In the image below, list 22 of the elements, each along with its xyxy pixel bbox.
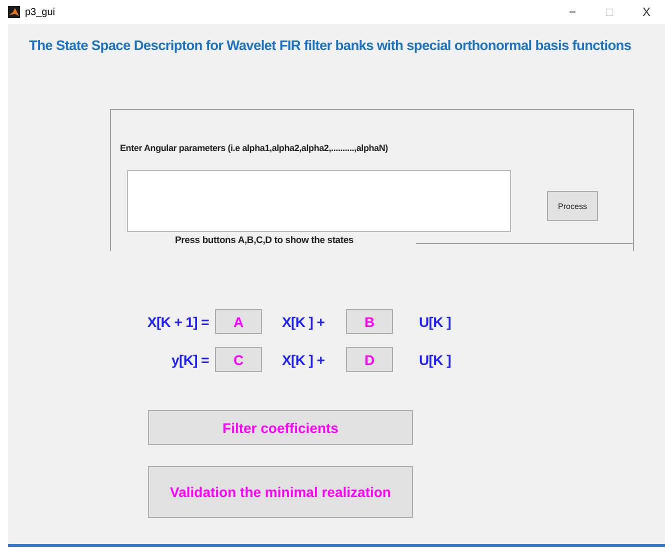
minimize-button[interactable]: − — [554, 5, 591, 19]
close-button[interactable]: X — [628, 5, 665, 19]
window-title: p3_gui — [25, 6, 56, 18]
matrix-button[interactable]: C — [215, 347, 262, 372]
equation-label: U[K ] — [418, 352, 452, 368]
page-heading: The State Space Descripton for Wavelet FIR filter banks with special orthonormal basis functions — [29, 38, 632, 53]
app-icon — [8, 6, 20, 18]
action-button[interactable]: Filter coefficients — [148, 410, 413, 445]
equation-label: y[K] = — [170, 352, 210, 368]
equation-label: X[K ] + — [281, 352, 326, 368]
matrix-button[interactable]: D — [346, 347, 393, 372]
equation-label: X[K + 1] = — [146, 314, 210, 330]
equation-label: X[K ] + — [281, 314, 326, 330]
parameters-field[interactable] — [127, 170, 511, 232]
process-button[interactable]: Process — [547, 191, 598, 221]
matrix-button[interactable]: B — [346, 309, 393, 334]
action-button[interactable]: Validation the minimal realization — [148, 466, 413, 518]
equation-label: U[K ] — [418, 314, 452, 330]
maximize-button[interactable]: □ — [591, 5, 628, 19]
matrix-button[interactable]: A — [215, 309, 262, 334]
field-label: Enter Angular parameters (i.e alpha1,alpha2,alpha2,..........,alphaN) — [120, 143, 389, 153]
hint-text: Press buttons A,B,C,D to show the states — [175, 235, 354, 246]
